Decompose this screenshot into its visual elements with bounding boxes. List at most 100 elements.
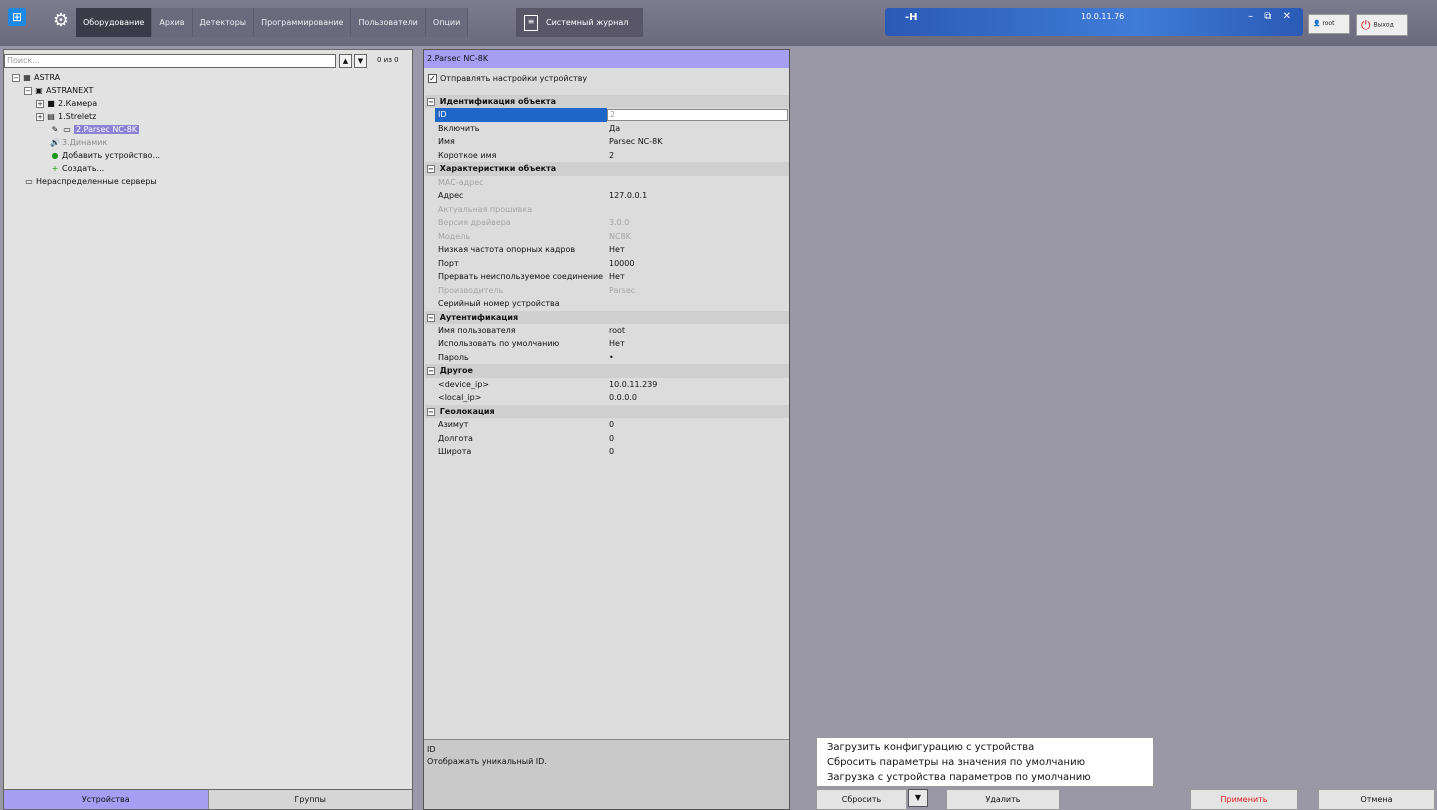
tab-archive[interactable]: Архив (152, 8, 193, 37)
description-text: Отображать уникальный ID. (427, 757, 547, 766)
collapse-icon[interactable]: − (427, 165, 435, 174)
group-identification[interactable]: − Идентификация объекта (425, 95, 789, 109)
tree-node-create[interactable]: + Создать... (50, 163, 105, 175)
monitor-icon: ▭ (25, 177, 33, 186)
collapse-icon[interactable]: − (427, 407, 435, 416)
tab-users[interactable]: Пользователи (351, 8, 426, 37)
prop-latitude[interactable]: Широта 0 (425, 445, 789, 458)
collapse-icon[interactable]: − (427, 313, 435, 322)
delete-button[interactable]: Удалить (946, 789, 1060, 810)
app-menu-icon[interactable]: ⊞ (8, 8, 26, 26)
description-title: ID (427, 745, 436, 754)
expand-icon[interactable]: + (36, 100, 44, 108)
left-bottom-tabs: Устройства Группы (4, 789, 412, 809)
properties-title: 2.Parsec NC-8K (424, 50, 789, 68)
server-icon: ▣ (35, 86, 43, 95)
prop-drop-connection[interactable]: Прервать неиспользуемое соединение Нет (425, 270, 789, 283)
prop-driver-version: Версия драйвера 3.0.0 (438, 218, 630, 228)
journal-icon: ≡ (524, 14, 538, 31)
search-next-button[interactable]: ▼ (354, 54, 367, 68)
prop-port[interactable]: Порт 10000 (425, 257, 789, 270)
prop-local-ip[interactable]: <local_ip> 0.0.0.0 (425, 391, 789, 404)
main-tabs: Оборудование Архив Детекторы Программиро… (76, 8, 469, 37)
menu-item-reset-defaults[interactable]: Сбросить параметры на значения по умолча… (827, 755, 1143, 770)
send-settings-label: Отправлять настройки устройству (440, 74, 588, 83)
tab-detectors[interactable]: Детекторы (192, 8, 255, 37)
prop-id[interactable]: ID 2 (425, 108, 789, 122)
prop-firmware: Актуальная прошивка (438, 204, 533, 214)
prop-name[interactable]: Имя Parsec NC-8K (425, 135, 789, 148)
prop-vendor: Производитель Parsec (438, 285, 636, 295)
power-icon: ⏻ (1361, 18, 1371, 32)
group-characteristics[interactable]: − Характеристики объекта (425, 162, 789, 176)
group-geolocation[interactable]: − Геолокация (425, 404, 789, 419)
plus-icon: + (51, 164, 59, 173)
prop-longitude[interactable]: Долгота 0 (425, 432, 789, 445)
exit-button[interactable]: ⏻ Выход (1356, 14, 1408, 36)
prop-device-ip[interactable]: <device_ip> 10.0.11.239 (425, 378, 789, 391)
collapse-icon[interactable]: − (24, 87, 32, 95)
reset-button[interactable]: Сбросить (816, 789, 907, 810)
prop-password[interactable]: Пароль • (425, 351, 789, 364)
prop-mac: MAC-адрес (438, 177, 484, 187)
group-other[interactable]: − Другое (425, 364, 789, 378)
search-icon: ● (51, 151, 59, 160)
tree-node-add-device[interactable]: ● Добавить устройство... (50, 150, 161, 162)
collapse-icon[interactable]: − (12, 74, 20, 82)
apply-button[interactable]: Применить (1190, 789, 1298, 810)
prop-low-fps[interactable]: Низкая частота опорных кадров Нет (425, 243, 789, 256)
device-tree-panel: Поиск... ▲ ▼ 0 из 0 − ▦ ASTRA − ▣ ASTRANEXT … (3, 49, 413, 810)
system-journal-button[interactable]: ≡ Системный журнал (516, 8, 643, 37)
window-controls[interactable]: – ⧉ ✕ (1248, 11, 1295, 22)
search-counter: 0 из 0 (377, 56, 399, 64)
tree-node-camera[interactable]: + ■ 2.Камера (36, 98, 97, 110)
tab-equipment[interactable]: Оборудование (76, 8, 153, 37)
prop-use-default[interactable]: Использовать по умолчанию Нет (425, 337, 789, 350)
prop-serial[interactable]: Серийный номер устройства (425, 297, 789, 310)
gear-icon[interactable]: ⚙ (50, 10, 72, 32)
tab-options[interactable]: Опции (425, 8, 469, 37)
server-icon: -H (905, 12, 918, 23)
exit-label: Выход (1373, 21, 1394, 29)
search-input[interactable]: Поиск... (4, 54, 336, 68)
prop-short-name[interactable]: Короткое имя 2 (425, 149, 789, 162)
controller-icon: ▭ (63, 125, 71, 134)
tab-programming[interactable]: Программирование (254, 8, 352, 37)
id-input[interactable]: 2 (607, 109, 788, 122)
system-journal-label: Системный журнал (546, 18, 629, 27)
search-prev-button[interactable]: ▲ (339, 54, 352, 68)
tree-node-astranext[interactable]: − ▣ ASTRANEXT (24, 85, 93, 97)
search-row: Поиск... ▲ ▼ 0 из 0 (4, 54, 412, 70)
send-settings-checkbox[interactable]: ✓ Отправлять настройки устройству (428, 74, 587, 83)
security-panel-icon: ▤ (47, 112, 55, 121)
reset-dropdown-button[interactable]: ▼ (908, 789, 928, 807)
cancel-button[interactable]: Отмена (1318, 789, 1435, 810)
tab-groups[interactable]: Группы (207, 789, 412, 809)
speaker-icon: 🔊 (50, 138, 60, 147)
prop-model: Модель NC8K (438, 231, 631, 241)
tree-node-astra[interactable]: − ▦ ASTRA (12, 72, 60, 84)
server-group-icon: ▦ (23, 73, 31, 82)
collapse-icon[interactable]: − (427, 98, 435, 106)
user-button[interactable]: 👤 root (1308, 14, 1350, 34)
tree-node-speaker[interactable]: 🔊 3.Динамик (50, 137, 107, 149)
property-grid: − Идентификация объекта ID 2 Включить Да И… (425, 95, 789, 459)
tree-node-streletz[interactable]: + ▤ 1.Streletz (36, 111, 96, 123)
collapse-icon[interactable]: − (427, 367, 435, 376)
expand-icon[interactable]: + (36, 113, 44, 121)
prop-username[interactable]: Имя пользователя root (425, 324, 789, 337)
property-description: ID Отображать уникальный ID. (424, 739, 789, 809)
properties-panel: 2.Parsec NC-8K ✓ Отправлять настройки уст… (423, 49, 790, 810)
prop-enable[interactable]: Включить Да (425, 122, 789, 135)
tree-node-unassigned[interactable]: ▭ Нераспределенные серверы (24, 176, 157, 188)
checkbox-checked-icon: ✓ (428, 74, 437, 83)
prop-address[interactable]: Адрес 127.0.0.1 (425, 189, 789, 202)
prop-azimuth[interactable]: Азимут 0 (425, 418, 789, 431)
group-authentication[interactable]: − Аутентификация (425, 310, 789, 324)
tab-devices[interactable]: Устройства (4, 789, 208, 809)
connection-bar: -H 10.0.11.76 – ⧉ ✕ (885, 8, 1303, 36)
menu-item-load-defaults[interactable]: Загрузка с устройства параметров по умол… (827, 770, 1143, 785)
menu-item-load-config[interactable]: Загрузить конфигурацию с устройства (827, 740, 1143, 755)
tree-node-parsec[interactable]: ✎ ▭ 2.Parsec NC-8K (50, 124, 140, 136)
top-toolbar: ⊞ ⚙ Оборудование Архив Детекторы Програм… (0, 0, 1437, 46)
